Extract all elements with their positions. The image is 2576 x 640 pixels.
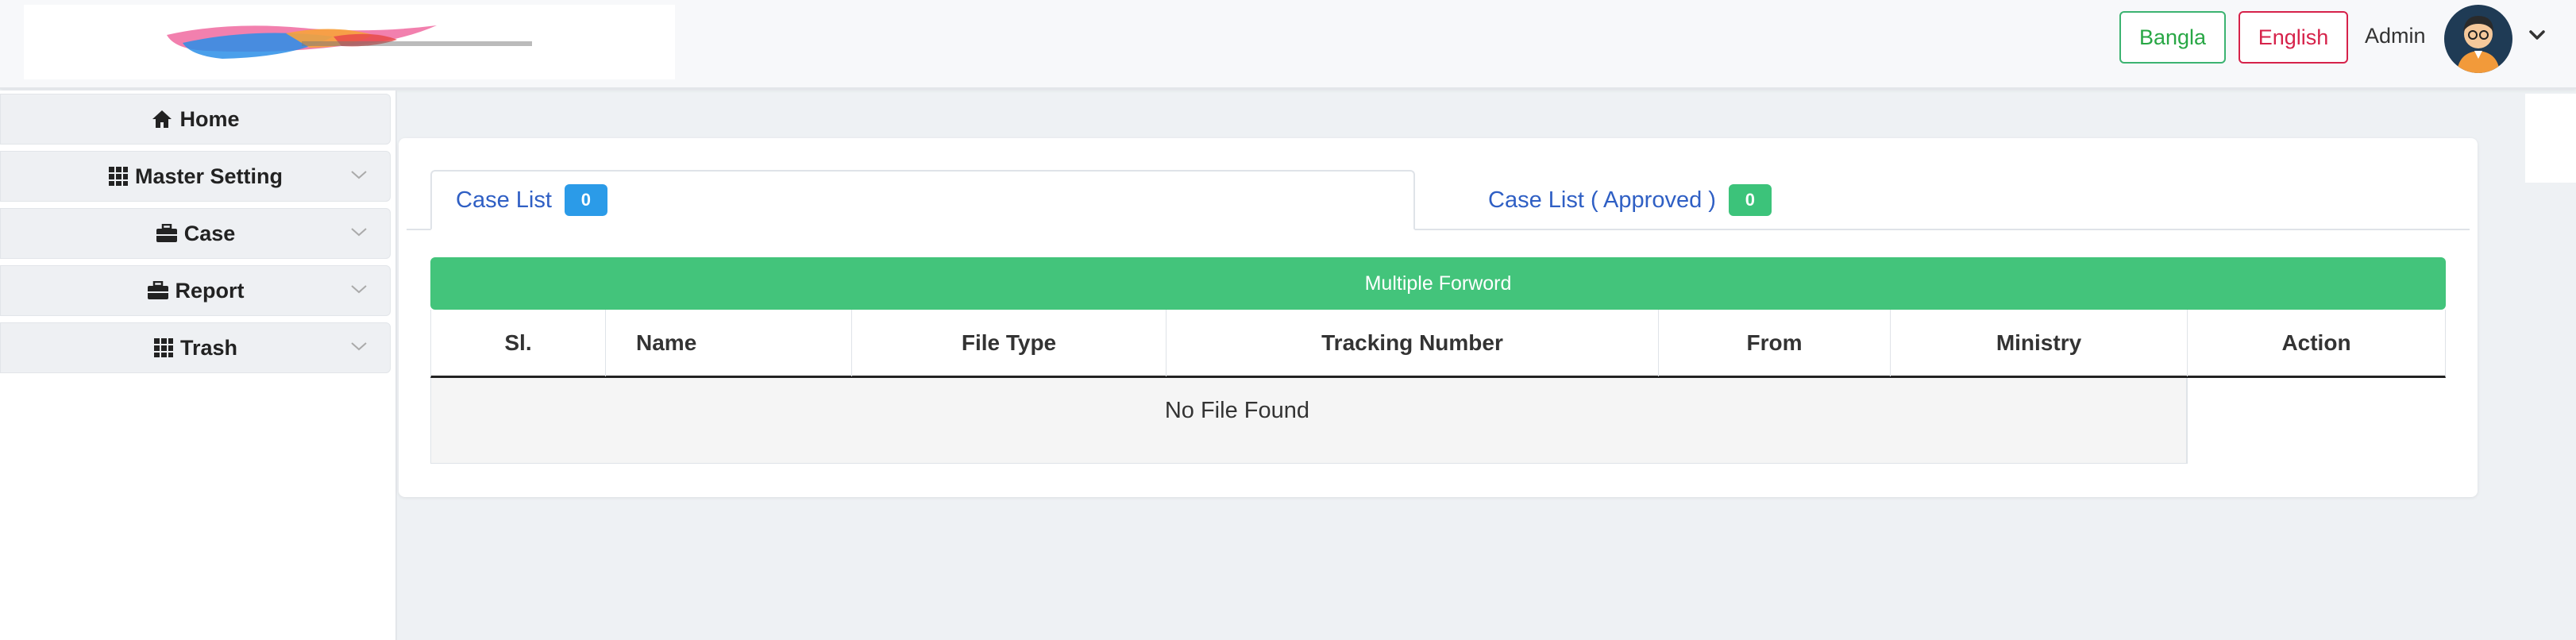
sidebar-item-trash[interactable]: Trash — [0, 322, 391, 373]
chevron-down-icon[interactable] — [2528, 29, 2546, 41]
grid-icon — [153, 337, 174, 358]
sidebar-item-label: Trash — [179, 335, 238, 360]
briefcase-icon — [147, 281, 169, 300]
sidebar: Home Master Setting Case Report Trash — [0, 91, 397, 640]
multiple-forward-button[interactable]: Multiple Forword — [430, 257, 2446, 310]
bangla-language-button[interactable]: Bangla — [2119, 11, 2226, 64]
count-badge: 0 — [564, 184, 607, 216]
sidebar-item-label: Master Setting — [134, 164, 283, 188]
chevron-down-icon — [351, 228, 367, 237]
column-header-file-type[interactable]: File Type — [852, 310, 1167, 376]
sidebar-item-home[interactable]: Home — [0, 94, 391, 145]
sidebar-item-report[interactable]: Report — [0, 265, 391, 316]
sidebar-item-case[interactable]: Case — [0, 208, 391, 259]
chevron-down-icon — [351, 171, 367, 179]
avatar-image — [2444, 5, 2512, 73]
site-logo[interactable] — [24, 5, 675, 79]
tab-case-list-approved[interactable]: Case List ( Approved ) 0 — [1488, 184, 1772, 216]
tab-case-list-label[interactable]: Case List 0 — [456, 184, 607, 216]
column-header-ministry[interactable]: Ministry — [1891, 310, 2188, 376]
column-header-tracking-number[interactable]: Tracking Number — [1167, 310, 1659, 376]
logo-image — [167, 25, 532, 59]
scroll-area — [2525, 94, 2576, 183]
column-header-action[interactable]: Action — [2188, 310, 2445, 376]
table-header: Sl. Name File Type Tracking Number From … — [430, 310, 2446, 378]
chevron-down-icon — [351, 342, 367, 351]
divider — [2187, 378, 2188, 464]
column-header-name[interactable]: Name — [606, 310, 852, 376]
count-badge: 0 — [1728, 184, 1772, 216]
table-row: No File Found — [430, 378, 2187, 464]
english-language-button[interactable]: English — [2239, 11, 2348, 64]
column-header-sl[interactable]: Sl. — [431, 310, 606, 376]
sidebar-item-master-setting[interactable]: Master Setting — [0, 151, 391, 202]
top-navbar: Bangla English Admin — [0, 0, 2576, 89]
sidebar-item-label: Home — [179, 106, 240, 131]
user-name-label[interactable]: Admin — [2365, 24, 2426, 48]
sidebar-item-label: Report — [175, 278, 245, 303]
column-header-from[interactable]: From — [1659, 310, 1891, 376]
tab-label: Case List — [456, 187, 552, 213]
briefcase-icon — [156, 224, 178, 243]
chevron-down-icon — [351, 285, 367, 294]
tab-label: Case List ( Approved ) — [1488, 187, 1716, 213]
empty-table-message: No File Found — [1164, 397, 1309, 423]
home-icon — [151, 109, 173, 129]
user-avatar[interactable] — [2444, 5, 2512, 73]
grid-icon — [108, 166, 129, 187]
sidebar-item-label: Case — [183, 221, 236, 245]
case-list-card: Case List 0 Case List ( Approved ) 0 Mul… — [399, 138, 2478, 497]
